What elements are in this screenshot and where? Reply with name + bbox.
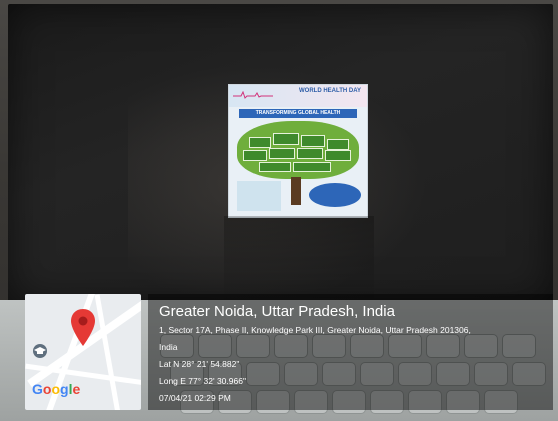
address-line-1: 1, Sector 17A, Phase II, Knowledge Park … bbox=[159, 325, 471, 335]
poster-cell bbox=[259, 162, 291, 172]
poster-cell bbox=[297, 148, 323, 159]
health-day-poster: WORLD HEALTH DAY TRANSFORMING GLOBAL HEA… bbox=[228, 84, 368, 218]
poster-tree-trunk bbox=[291, 177, 301, 205]
ecg-line-icon bbox=[233, 91, 273, 99]
map-pin-icon bbox=[71, 309, 95, 346]
timestamp-text: 07/04/21 02:29 PM bbox=[159, 393, 231, 403]
poster-cell bbox=[293, 162, 331, 172]
poster-cell bbox=[273, 133, 299, 145]
google-logo: Google bbox=[32, 381, 81, 397]
photo-frame: WORLD HEALTH DAY TRANSFORMING GLOBAL HEA… bbox=[0, 0, 558, 421]
poster-title: WORLD HEALTH DAY bbox=[299, 88, 361, 94]
poster-cell bbox=[327, 139, 349, 150]
poster-cell bbox=[243, 150, 267, 161]
education-icon bbox=[33, 344, 47, 358]
map-thumbnail: Google bbox=[25, 294, 141, 410]
poster-subtitle: TRANSFORMING GLOBAL HEALTH bbox=[239, 109, 357, 118]
poster-cell bbox=[301, 135, 325, 147]
poster-shadow bbox=[224, 216, 374, 306]
address-line-2: India bbox=[159, 342, 178, 352]
poster-cell bbox=[249, 137, 271, 148]
longitude-text: Long E 77° 32' 30.966" bbox=[159, 376, 246, 386]
poster-cell bbox=[325, 150, 351, 161]
map-road bbox=[94, 294, 121, 410]
poster-people-image bbox=[237, 181, 281, 211]
poster-blue-oval bbox=[309, 183, 361, 207]
location-title: Greater Noida, Uttar Pradesh, India bbox=[159, 303, 395, 320]
latitude-text: Lat N 28° 21' 54.882" bbox=[159, 359, 240, 369]
poster-cell bbox=[269, 148, 295, 159]
